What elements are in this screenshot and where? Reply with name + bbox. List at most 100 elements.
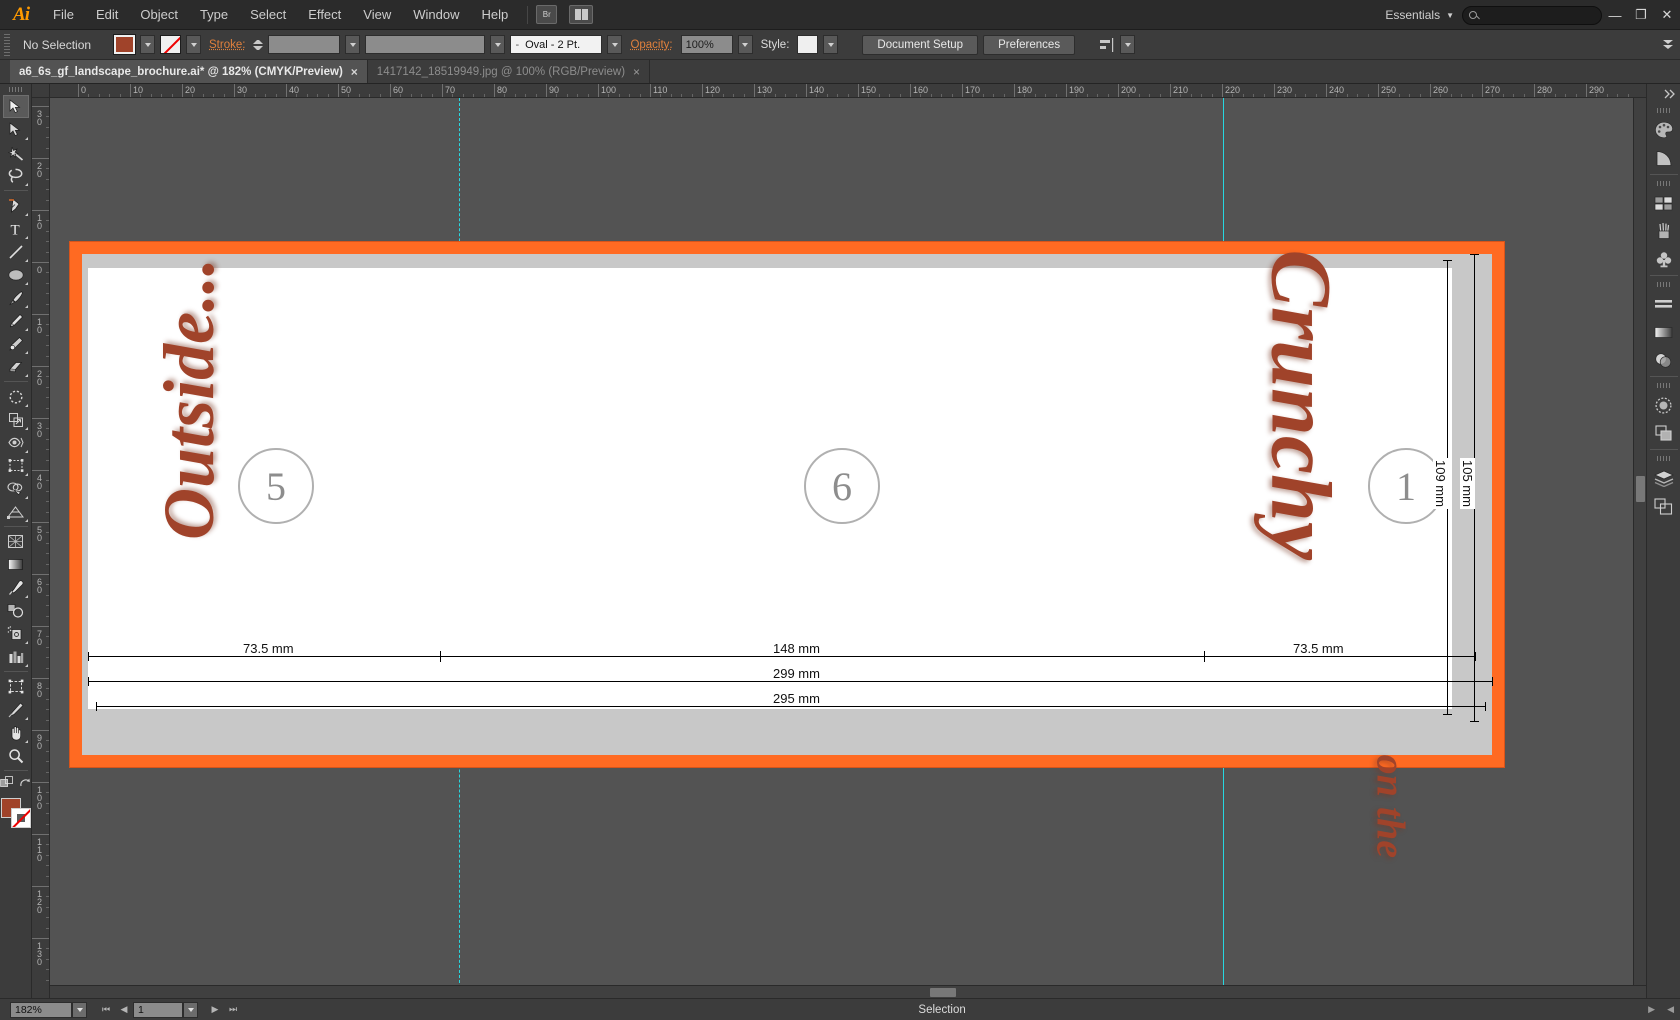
- search-box[interactable]: [1462, 5, 1602, 25]
- tab-close-icon[interactable]: ×: [351, 65, 358, 79]
- slice-tool[interactable]: [3, 698, 29, 721]
- status-resize-arrow[interactable]: ◀: [1661, 1004, 1680, 1015]
- page-number-dropdown-arrow[interactable]: [183, 1001, 198, 1018]
- vertical-scrollbar-thumb[interactable]: [1636, 476, 1645, 502]
- gradient-tool[interactable]: [3, 553, 29, 576]
- tab-bar-grip[interactable]: [0, 60, 10, 83]
- control-bar-overflow[interactable]: [1660, 30, 1674, 60]
- graphic-style-swatch[interactable]: [797, 35, 819, 54]
- color-guide-panel-icon[interactable]: [1650, 144, 1678, 172]
- menu-view[interactable]: View: [352, 0, 402, 30]
- dock-group-grip[interactable]: [1656, 181, 1671, 186]
- width-tool[interactable]: [3, 431, 29, 454]
- brush-definition-field[interactable]: - Oval - 2 Pt.: [510, 35, 603, 54]
- magic-wand-tool[interactable]: [3, 141, 29, 164]
- align-dropdown-arrow[interactable]: [1120, 35, 1136, 54]
- vertical-ruler[interactable]: 30 20 10 0 10 20 30 40 50 60 70 80 90 100 110 120 130: [32, 98, 50, 998]
- symbols-panel-icon[interactable]: [1650, 245, 1678, 273]
- bridge-icon[interactable]: Br: [536, 5, 558, 24]
- brushes-panel-icon[interactable]: [1650, 217, 1678, 245]
- opacity-dropdown-arrow[interactable]: [737, 35, 753, 54]
- menu-effect[interactable]: Effect: [297, 0, 352, 30]
- menu-edit[interactable]: Edit: [85, 0, 129, 30]
- previous-page-button[interactable]: ◀: [115, 1001, 133, 1019]
- free-transform-tool[interactable]: [3, 454, 29, 477]
- default-fill-stroke-icon[interactable]: [19, 777, 31, 789]
- stroke-profile-dropdown-arrow[interactable]: [490, 35, 506, 54]
- arrange-documents-icon[interactable]: [569, 5, 594, 24]
- fill-stroke-indicator[interactable]: [0, 798, 31, 828]
- tab-close-icon[interactable]: ×: [633, 65, 640, 79]
- stroke-swatch[interactable]: [160, 35, 181, 54]
- search-input[interactable]: [1481, 9, 1595, 21]
- horizontal-ruler[interactable]: 0 10 20 30 40 50 60 70 80 90 100 110 120 130 140 150 160…: [50, 84, 1646, 98]
- transform-panel-icon[interactable]: [1650, 391, 1678, 419]
- horizontal-scrollbar[interactable]: [50, 985, 1646, 998]
- hand-tool[interactable]: [3, 721, 29, 744]
- line-segment-tool[interactable]: [3, 240, 29, 263]
- eyedropper-tool[interactable]: [3, 576, 29, 599]
- eraser-tool[interactable]: [3, 355, 29, 378]
- zoom-tool[interactable]: [3, 744, 29, 767]
- document-tab-secondary[interactable]: 1417142_18519949.jpg @ 100% (RGB/Preview…: [367, 60, 651, 83]
- page-number-field[interactable]: 1: [133, 1001, 183, 1018]
- dock-group-grip[interactable]: [1656, 108, 1671, 113]
- lasso-tool[interactable]: [3, 164, 29, 187]
- window-close-button[interactable]: ✕: [1654, 0, 1680, 30]
- color-panel-icon[interactable]: [1650, 116, 1678, 144]
- window-restore-button[interactable]: ❐: [1628, 0, 1654, 30]
- column-graph-tool[interactable]: [3, 645, 29, 668]
- align-panel-icon[interactable]: [1650, 290, 1678, 318]
- symbol-sprayer-tool[interactable]: [3, 622, 29, 645]
- blend-tool[interactable]: [3, 599, 29, 622]
- artboard-tool[interactable]: [3, 675, 29, 698]
- fill-swatch[interactable]: [114, 35, 135, 54]
- page-content[interactable]: 5 6 1 Outside... Crunchy on the 73.5 mm …: [88, 249, 1493, 858]
- zoom-level-field[interactable]: 182%: [10, 1001, 72, 1018]
- transparency-panel-icon[interactable]: [1650, 346, 1678, 374]
- stroke-weight-stepper[interactable]: [253, 35, 264, 54]
- horizontal-scrollbar-thumb[interactable]: [930, 988, 956, 997]
- pathfinder-panel-icon[interactable]: [1650, 419, 1678, 447]
- preferences-button[interactable]: Preferences: [983, 34, 1076, 55]
- menu-object[interactable]: Object: [129, 0, 189, 30]
- artboard[interactable]: 5 6 1 Outside... Crunchy on the 73.5 mm …: [70, 242, 1504, 858]
- artboards-panel-icon[interactable]: [1650, 492, 1678, 520]
- document-tab-active[interactable]: a6_6s_gf_landscape_brochure.ai* @ 182% (…: [10, 60, 368, 83]
- stroke-weight-dropdown-arrow[interactable]: [345, 35, 361, 54]
- ruler-corner[interactable]: [32, 84, 50, 98]
- mesh-tool[interactable]: [3, 530, 29, 553]
- menu-select[interactable]: Select: [239, 0, 297, 30]
- last-page-button[interactable]: ⏭: [224, 1001, 242, 1019]
- swatches-panel-icon[interactable]: [1650, 189, 1678, 217]
- blob-brush-tool[interactable]: [3, 332, 29, 355]
- vertical-scrollbar[interactable]: [1633, 98, 1646, 985]
- dock-collapse-icon[interactable]: [1664, 88, 1676, 102]
- stroke-weight-label[interactable]: Stroke:: [206, 39, 248, 51]
- dock-group-grip[interactable]: [1656, 456, 1671, 461]
- rotate-tool[interactable]: [3, 385, 29, 408]
- menu-help[interactable]: Help: [470, 0, 519, 30]
- menu-window[interactable]: Window: [402, 0, 470, 30]
- opacity-label[interactable]: Opacity:: [627, 39, 675, 51]
- tools-panel-grip[interactable]: [8, 87, 23, 92]
- gradient-panel-icon[interactable]: [1650, 318, 1678, 346]
- swap-fill-stroke-icon[interactable]: [0, 776, 14, 790]
- selection-tool[interactable]: [2, 95, 29, 118]
- graphic-style-dropdown-arrow[interactable]: [823, 35, 839, 54]
- stroke-profile-field[interactable]: [365, 35, 486, 54]
- menu-type[interactable]: Type: [189, 0, 239, 30]
- brush-definition-dropdown-arrow[interactable]: [607, 35, 623, 54]
- canvas-area[interactable]: 5 6 1 Outside... Crunchy on the 73.5 mm …: [50, 98, 1646, 998]
- type-tool[interactable]: T: [3, 217, 29, 240]
- align-icon[interactable]: [1099, 37, 1115, 52]
- stroke-dropdown-arrow[interactable]: [186, 35, 201, 54]
- status-menu-arrow[interactable]: ▶: [1642, 1004, 1661, 1015]
- opacity-field[interactable]: 100%: [680, 35, 733, 54]
- layers-panel-icon[interactable]: [1650, 464, 1678, 492]
- zoom-level-dropdown-arrow[interactable]: [72, 1001, 87, 1018]
- dock-group-grip[interactable]: [1656, 383, 1671, 388]
- dock-group-grip[interactable]: [1656, 282, 1671, 287]
- control-bar-grip[interactable]: [4, 33, 10, 56]
- scale-tool[interactable]: [3, 408, 29, 431]
